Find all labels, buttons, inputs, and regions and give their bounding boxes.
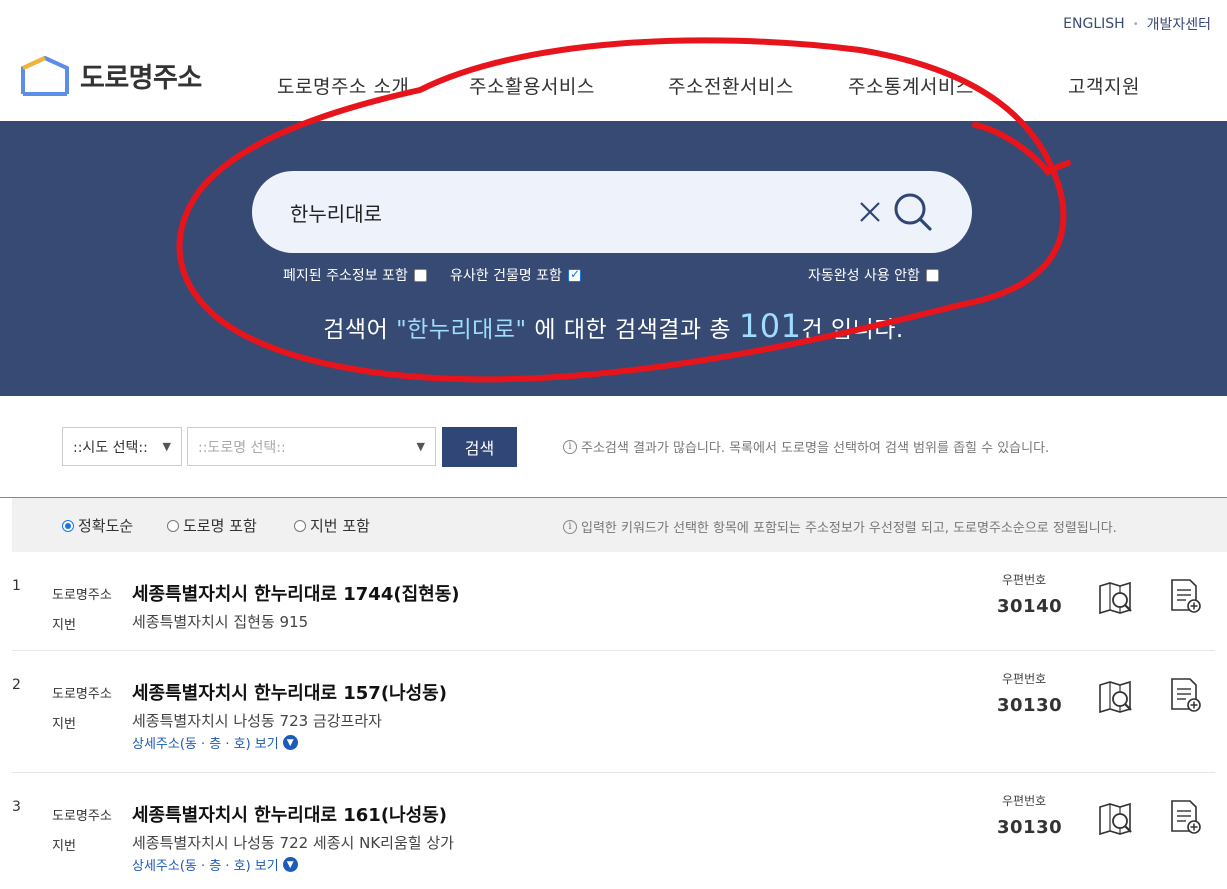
search-icon[interactable] xyxy=(892,191,934,233)
search-banner: 폐지된 주소정보 포함 유사한 건물명 포함 자동완성 사용 안함 검색어 "한… xyxy=(0,121,1227,396)
result-number: 2 xyxy=(12,677,21,693)
jibun-address: 세종특별자치시 집현동 915 xyxy=(132,613,309,631)
nav-statistics-service[interactable]: 주소통계서비스 xyxy=(848,72,974,99)
jibun-label: 지번 xyxy=(52,717,76,732)
result-summary: 검색어 "한누리대로" 에 대한 검색결과 총 101건 입니다. xyxy=(0,307,1227,345)
jibun-address: 세종특별자치시 나성동 723 금강프라자 xyxy=(132,712,382,730)
option-autocomplete-off-checkbox[interactable] xyxy=(925,268,939,282)
result-number: 3 xyxy=(12,799,21,815)
result-suffix: 건 입니다. xyxy=(801,317,904,343)
row-divider xyxy=(12,650,1215,651)
option-autocomplete-off-label: 자동완성 사용 안함 xyxy=(808,268,920,284)
road-address[interactable]: 세종특별자치시 한누리대로 161(나성동) xyxy=(132,801,447,827)
map-search-icon[interactable] xyxy=(1098,679,1134,715)
result-count: 101 xyxy=(738,307,802,345)
document-add-icon[interactable] xyxy=(1170,578,1202,614)
option-abolished-checkbox[interactable] xyxy=(413,268,427,282)
main-navigation: 도로명주소 소개 주소활용서비스 주소전환서비스 주소통계서비스 고객지원 xyxy=(0,72,1227,102)
option-similar-building-checkbox[interactable] xyxy=(567,267,581,282)
zip-code: 30130 xyxy=(997,695,1063,716)
detail-address-label: 상세주소(동 · 층 · 호) 보기 xyxy=(132,859,279,874)
filter-note: i 주소검색 결과가 많습니다. 목록에서 도로명을 선택하여 검색 범위를 좁… xyxy=(563,437,1049,456)
zip-label: 우편번호 xyxy=(1002,794,1047,808)
sort-accuracy-radio[interactable] xyxy=(62,519,74,532)
sort-jibun-include[interactable]: 지번 포함 xyxy=(294,515,370,536)
result-row: 3 도로명주소 세종특별자치시 한누리대로 161(나성동) 지번 세종특별자치… xyxy=(12,791,1215,889)
info-icon: i xyxy=(563,519,577,534)
sort-note: i 입력한 키워드가 선택한 항목에 포함되는 주소정보가 우선정렬 되고, 도… xyxy=(563,517,1117,536)
filter-note-text: 주소검색 결과가 많습니다. 목록에서 도로명을 선택하여 검색 범위를 좁힐 … xyxy=(581,441,1050,456)
jibun-label: 지번 xyxy=(52,618,76,633)
document-add-icon[interactable] xyxy=(1170,677,1202,713)
detail-address-link[interactable]: 상세주소(동 · 층 · 호) 보기 ▼ xyxy=(132,733,298,752)
chevron-down-icon: ▼ xyxy=(162,440,171,453)
road-select-value: ::도로명 선택:: xyxy=(198,439,286,456)
result-keyword: "한누리대로" xyxy=(396,317,527,343)
sort-road-include-label: 도로명 포함 xyxy=(183,517,257,535)
option-autocomplete-off[interactable]: 자동완성 사용 안함 xyxy=(808,265,939,285)
zip-label: 우편번호 xyxy=(1002,573,1047,587)
sido-select[interactable]: ::시도 선택:: ▼ xyxy=(62,427,182,466)
nav-utilization-service[interactable]: 주소활용서비스 xyxy=(469,72,595,99)
sort-jibun-include-label: 지번 포함 xyxy=(310,517,370,535)
option-abolished[interactable]: 폐지된 주소정보 포함 xyxy=(283,265,427,285)
utility-links: ENGLISH • 개발자센터 xyxy=(1063,14,1211,34)
detail-address-label: 상세주소(동 · 층 · 호) 보기 xyxy=(132,737,279,752)
road-address[interactable]: 세종특별자치시 한누리대로 157(나성동) xyxy=(132,679,447,705)
clear-icon[interactable] xyxy=(855,197,885,227)
sort-jibun-include-radio[interactable] xyxy=(294,519,306,532)
option-abolished-label: 폐지된 주소정보 포함 xyxy=(283,268,408,284)
sort-note-text: 입력한 키워드가 선택한 항목에 포함되는 주소정보가 우선정렬 되고, 도로명… xyxy=(581,521,1117,536)
chevron-down-icon: ▼ xyxy=(282,857,298,872)
sort-accuracy[interactable]: 정확도순 xyxy=(62,515,133,536)
sort-accuracy-label: 정확도순 xyxy=(78,517,134,535)
zip-label: 우편번호 xyxy=(1002,672,1047,686)
map-search-icon[interactable] xyxy=(1098,580,1134,616)
zip-code: 30140 xyxy=(997,596,1063,617)
road-label: 도로명주소 xyxy=(52,687,112,702)
sido-select-value: ::시도 선택:: xyxy=(73,439,148,456)
chevron-down-icon: ▼ xyxy=(282,735,298,750)
result-prefix: 검색어 xyxy=(323,317,397,343)
document-add-icon[interactable] xyxy=(1170,799,1202,835)
detail-address-link[interactable]: 상세주소(동 · 층 · 호) 보기 ▼ xyxy=(132,855,298,874)
option-similar-building-label: 유사한 건물명 포함 xyxy=(450,268,562,284)
row-divider xyxy=(12,772,1215,773)
filter-search-button[interactable]: 검색 xyxy=(442,427,517,467)
sort-road-include-radio[interactable] xyxy=(167,519,179,532)
search-box xyxy=(252,171,972,253)
sort-road-include[interactable]: 도로명 포함 xyxy=(167,515,257,536)
map-search-icon[interactable] xyxy=(1098,801,1134,837)
road-label: 도로명주소 xyxy=(52,809,112,824)
result-middle: 에 대한 검색결과 총 xyxy=(526,317,739,343)
info-icon: i xyxy=(563,439,577,454)
road-label: 도로명주소 xyxy=(52,588,112,603)
result-row: 1 도로명주소 세종특별자치시 한누리대로 1744(집현동) 지번 세종특별자… xyxy=(12,570,1215,650)
developer-center-link[interactable]: 개발자센터 xyxy=(1147,14,1211,34)
result-row: 2 도로명주소 세종특별자치시 한누리대로 157(나성동) 지번 세종특별자치… xyxy=(12,669,1215,769)
jibun-label: 지번 xyxy=(52,839,76,854)
nav-conversion-service[interactable]: 주소전환서비스 xyxy=(668,72,794,99)
separator-dot: • xyxy=(1132,18,1139,30)
nav-customer-support[interactable]: 고객지원 xyxy=(1068,72,1140,99)
jibun-address: 세종특별자치시 나성동 722 세종시 NK리움힐 상가 xyxy=(132,834,454,852)
road-select[interactable]: ::도로명 선택:: ▼ xyxy=(187,427,436,466)
chevron-down-icon: ▼ xyxy=(416,440,425,453)
search-input[interactable] xyxy=(290,195,830,229)
nav-intro[interactable]: 도로명주소 소개 xyxy=(277,72,409,99)
sort-bar: 정확도순 도로명 포함 지번 포함 i 입력한 키워드가 선택한 항목에 포함되… xyxy=(12,498,1227,552)
option-similar-building[interactable]: 유사한 건물명 포함 xyxy=(450,265,581,285)
english-link[interactable]: ENGLISH xyxy=(1063,16,1125,32)
road-address[interactable]: 세종특별자치시 한누리대로 1744(집현동) xyxy=(132,580,459,606)
result-number: 1 xyxy=(12,578,21,594)
zip-code: 30130 xyxy=(997,817,1063,838)
